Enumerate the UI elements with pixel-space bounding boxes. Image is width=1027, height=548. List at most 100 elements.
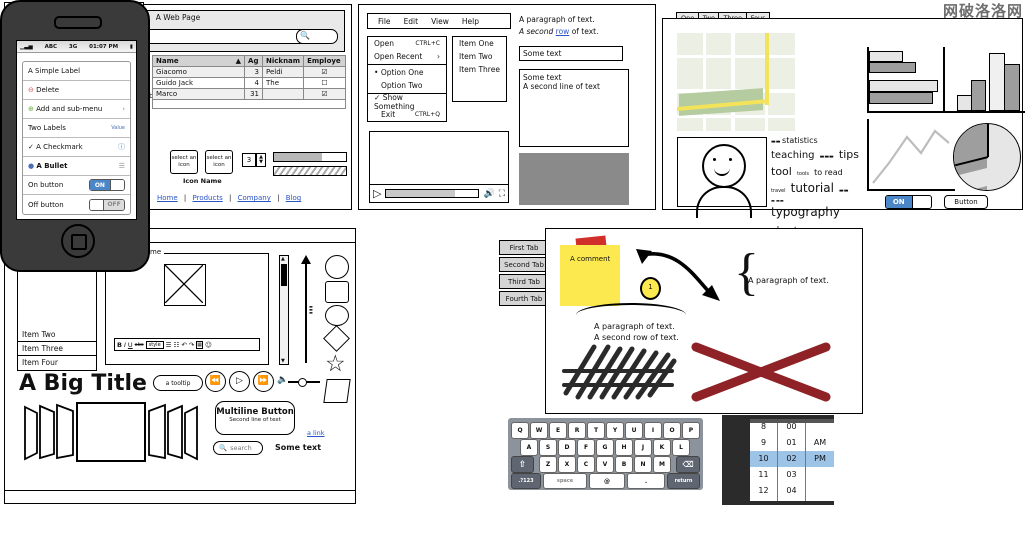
bold-icon[interactable]: B xyxy=(117,341,122,349)
key-c[interactable]: C xyxy=(577,456,595,473)
search-field[interactable]: 🔍 search xyxy=(213,441,263,455)
list-item-two[interactable]: Item Two xyxy=(18,328,96,342)
picker-meridiem-item[interactable]: AM xyxy=(806,435,834,451)
shape-ellipse[interactable] xyxy=(325,305,349,326)
nav-link-blog[interactable]: Blog xyxy=(286,194,301,202)
shape-circle[interactable] xyxy=(325,255,349,279)
key-l[interactable]: L xyxy=(672,439,690,456)
key-v[interactable]: V xyxy=(596,456,614,473)
volume-icon[interactable]: 🔈 xyxy=(277,375,288,385)
dot-key[interactable]: . xyxy=(627,473,665,489)
menu-edit[interactable]: Edit xyxy=(404,17,419,26)
picker-hour-item[interactable]: 12 xyxy=(750,483,777,499)
media-controls[interactable]: ⏪ ▷ ⏩ xyxy=(205,371,274,392)
list-item[interactable]: Item One xyxy=(453,37,506,50)
vertical-slider[interactable] xyxy=(305,257,307,363)
nav-link-home[interactable]: Home xyxy=(157,194,178,202)
paragraph-inline-link[interactable]: row xyxy=(556,27,570,36)
phone-row-two-labels[interactable]: Two Labels Value xyxy=(23,119,130,138)
map-widget[interactable] xyxy=(677,33,795,131)
backspace-key[interactable]: ⌫ xyxy=(676,456,700,473)
table-row[interactable]: Guido Jack 4 The ☐ xyxy=(151,77,346,89)
toggle-knob[interactable] xyxy=(911,196,931,208)
icon-selector-2[interactable]: select an icon xyxy=(205,150,233,174)
topright-button[interactable]: Button xyxy=(944,195,988,209)
italic-icon[interactable]: I xyxy=(124,341,126,349)
list-ol-icon[interactable]: ☷ xyxy=(173,341,179,349)
col-nickname[interactable]: Nicknam xyxy=(261,55,305,67)
on-toggle[interactable]: ON xyxy=(89,179,125,191)
emoji-icon[interactable]: ☺ xyxy=(205,341,212,349)
coverflow[interactable] xyxy=(23,401,199,463)
play-icon[interactable]: ▷ xyxy=(229,371,250,392)
text-input[interactable]: Some text xyxy=(519,46,623,61)
style-select[interactable]: style xyxy=(145,340,164,349)
key-j[interactable]: J xyxy=(634,439,652,456)
toggle-switch[interactable]: ON xyxy=(885,195,932,209)
key-w[interactable]: W xyxy=(530,422,548,439)
picker-hours[interactable]: 8 9 10 11 12 xyxy=(750,419,778,501)
key-d[interactable]: D xyxy=(558,439,576,456)
col-employed[interactable]: Employe xyxy=(303,55,346,67)
picker-meridiem[interactable]: AM PM xyxy=(806,419,834,501)
underline-icon[interactable]: U xyxy=(128,341,133,349)
sticky-note[interactable]: A comment xyxy=(560,245,620,306)
off-toggle-knob[interactable] xyxy=(90,199,105,210)
home-button[interactable] xyxy=(61,224,95,258)
textarea[interactable]: Some text A second line of text xyxy=(519,69,629,147)
picker-minute-item[interactable]: 03 xyxy=(778,467,805,483)
redo-icon[interactable]: ↷ xyxy=(189,341,194,349)
rich-text-toolbar[interactable]: B I U abc style ☰ ☷ ↶ ↷ ▦ ☺ xyxy=(114,338,260,351)
key-a[interactable]: A xyxy=(520,439,538,456)
vtab-third[interactable]: Third Tab xyxy=(499,274,549,289)
stepper-buttons[interactable]: ▲ ▼ xyxy=(256,153,266,167)
table-row[interactable]: Marco 31 ☑ xyxy=(151,88,346,100)
shift-key[interactable]: ⇧ xyxy=(511,456,534,473)
list-item-three[interactable]: Item Three xyxy=(18,342,96,356)
numbers-key[interactable]: .?123 xyxy=(511,473,541,489)
image-icon[interactable]: ▦ xyxy=(196,340,203,349)
shape-parallelogram[interactable] xyxy=(323,379,351,403)
vscroll-thumb[interactable] xyxy=(281,264,287,286)
menu-item-show-something[interactable]: ✓ Show Something xyxy=(368,93,446,111)
strikethrough-icon[interactable]: abc xyxy=(135,342,144,348)
key-m[interactable]: M xyxy=(653,456,671,473)
listbox[interactable]: Item One Item Two Item Three xyxy=(452,36,507,102)
phone-row-delete[interactable]: ⊖ Delete xyxy=(23,81,130,100)
vertical-slider-handle[interactable] xyxy=(301,255,311,264)
key-k[interactable]: K xyxy=(653,439,671,456)
table-row[interactable]: Giacomo 3 Peldi ☑ xyxy=(151,66,346,78)
stepper-input[interactable]: 3 xyxy=(242,153,256,167)
key-t[interactable]: T xyxy=(587,422,605,439)
nav-link-company[interactable]: Company xyxy=(238,194,271,202)
time-picker[interactable]: 8 9 10 11 12 00 01 02 03 04 AM PM xyxy=(722,415,834,505)
key-y[interactable]: Y xyxy=(606,422,624,439)
picker-meridiem-item[interactable] xyxy=(806,467,834,483)
picker-hour-item-selected[interactable]: 10 xyxy=(750,451,777,467)
menu-view[interactable]: View xyxy=(431,17,449,26)
video-controls[interactable]: ▷ 🔊 ⛶ xyxy=(370,184,508,202)
rewind-icon[interactable]: ⏪ xyxy=(205,371,226,392)
a-link[interactable]: a link xyxy=(307,429,325,437)
on-toggle-knob[interactable] xyxy=(109,180,124,190)
key-u[interactable]: U xyxy=(625,422,643,439)
picker-hour-item[interactable]: 11 xyxy=(750,467,777,483)
return-key[interactable]: return xyxy=(667,473,700,489)
data-table[interactable]: Name ▲ Ag Nicknam Employe Giacomo 3 Peld… xyxy=(151,55,346,109)
nav-link-products[interactable]: Products xyxy=(193,194,223,202)
key-o[interactable]: O xyxy=(663,422,681,439)
virtual-keyboard[interactable]: Q W E R T Y U I O P A S D F G H J K L ⇧ … xyxy=(508,418,703,490)
key-x[interactable]: X xyxy=(558,456,576,473)
stepper-down-icon[interactable]: ▼ xyxy=(259,160,263,165)
phone-screen[interactable]: ▁▃▅ ABC 3G 01:07 PM ▮ A Simple Label ⊖ D… xyxy=(16,40,137,220)
picker-minute-item-selected[interactable]: 02 xyxy=(778,451,805,467)
vtab-fourth[interactable]: Fourth Tab xyxy=(499,291,549,306)
menu-item-open-recent[interactable]: Open Recent › xyxy=(368,50,446,63)
search-box[interactable]: 🔍 xyxy=(296,29,338,44)
fullscreen-icon[interactable]: ⛶ xyxy=(499,189,505,199)
icon-selector-1[interactable]: select an icon xyxy=(170,150,198,174)
menu-item-option-one[interactable]: • Option One xyxy=(368,66,446,79)
picker-hour-item[interactable]: 9 xyxy=(750,435,777,451)
picker-meridiem-item-selected[interactable]: PM xyxy=(806,451,834,467)
undo-icon[interactable]: ↶ xyxy=(181,341,186,349)
